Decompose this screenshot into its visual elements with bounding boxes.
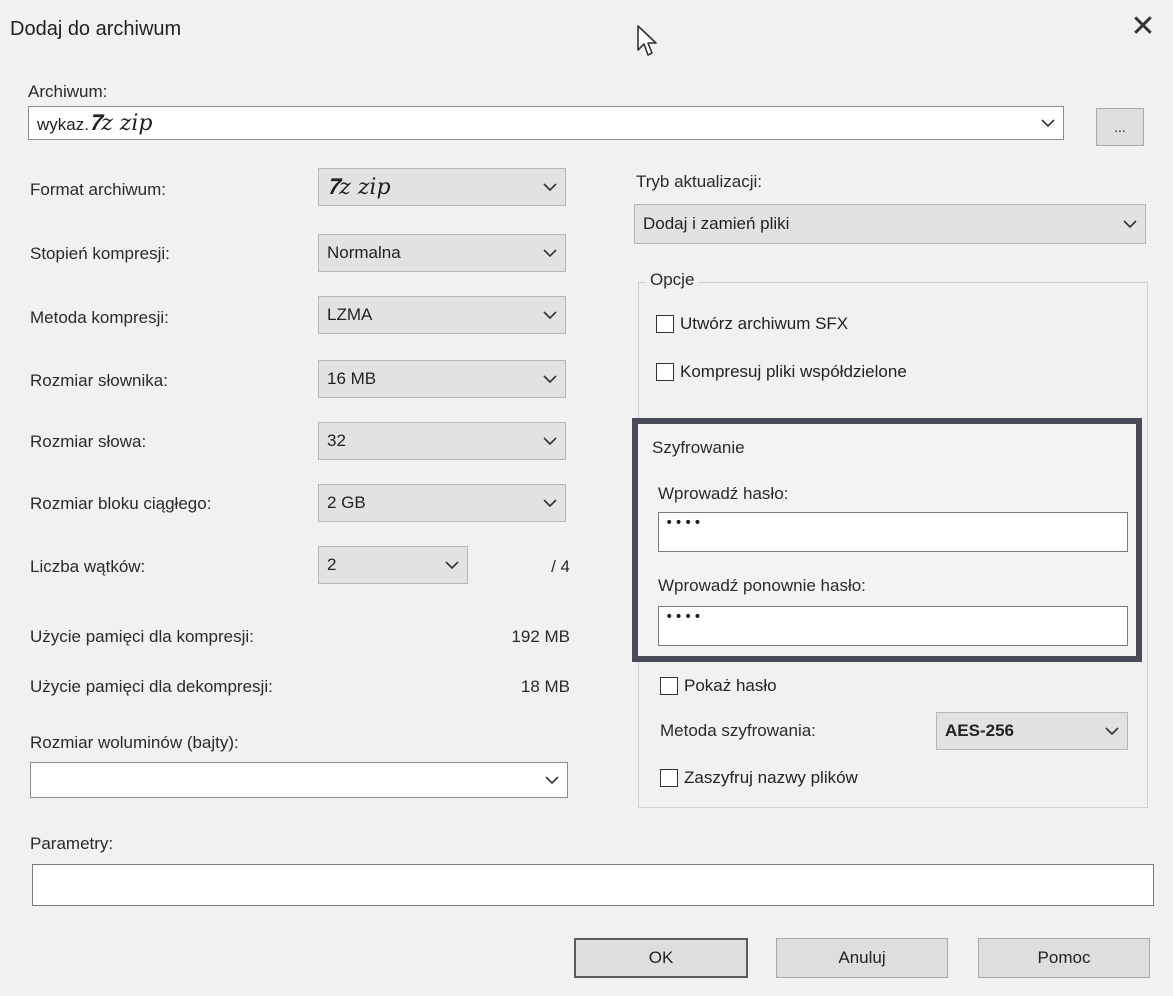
chevron-down-icon <box>535 361 565 397</box>
password-input[interactable]: •••• <box>658 512 1128 552</box>
compression-method-value: LZMA <box>327 305 373 324</box>
solid-block-size-label: Rozmiar bloku ciągłego: <box>30 494 212 513</box>
checkbox-box <box>660 677 678 695</box>
compression-level-value: Normalna <box>327 243 401 262</box>
update-mode-value: Dodaj i zamień pliki <box>643 214 790 233</box>
chevron-down-icon <box>437 547 467 583</box>
word-size-label: Rozmiar słowa: <box>30 432 147 451</box>
checkbox-box <box>656 315 674 333</box>
window-title: Dodaj do archiwum <box>10 18 182 40</box>
repeat-password-input[interactable]: •••• <box>658 606 1128 646</box>
format-select[interactable]: 𝟕z zip <box>318 168 566 206</box>
solid-block-size-value: 2 GB <box>327 493 366 512</box>
close-icon[interactable]: ✕ <box>1128 12 1158 42</box>
memory-compress-value: 192 MB <box>511 627 570 646</box>
repeat-password-label: Wprowadź ponownie hasło: <box>658 576 866 595</box>
dictionary-size-value: 16 MB <box>327 369 377 388</box>
solid-block-size-select[interactable]: 2 GB <box>318 484 566 522</box>
sfx-checkbox-label: Utwórz archiwum SFX <box>680 314 849 333</box>
encrypt-names-checkbox[interactable]: Zaszyfruj nazwy plików <box>660 768 858 788</box>
chevron-down-icon <box>1033 107 1063 139</box>
show-password-checkbox-label: Pokaż hasło <box>684 676 777 695</box>
parameters-input[interactable] <box>32 864 1154 906</box>
shared-files-checkbox[interactable]: Kompresuj pliki współdzielone <box>656 362 907 382</box>
compression-method-label: Metoda kompresji: <box>30 308 169 327</box>
options-legend: Opcje <box>646 270 699 290</box>
threads-label: Liczba wątków: <box>30 557 146 576</box>
chevron-down-icon <box>535 485 565 521</box>
encrypt-names-checkbox-label: Zaszyfruj nazwy plików <box>684 768 858 787</box>
cancel-button[interactable]: Anuluj <box>776 938 948 978</box>
help-button[interactable]: Pomoc <box>978 938 1150 978</box>
threads-select[interactable]: 2 <box>318 546 468 584</box>
chevron-down-icon <box>535 297 565 333</box>
archive-path-value: wykaz.𝟕z zip <box>37 111 1033 136</box>
word-size-select[interactable]: 32 <box>318 422 566 460</box>
volume-size-combobox[interactable] <box>30 762 568 798</box>
archive-path-combobox[interactable]: wykaz.𝟕z zip <box>28 106 1064 140</box>
chevron-down-icon <box>535 169 565 205</box>
compression-method-select[interactable]: LZMA <box>318 296 566 334</box>
memory-compress-label: Użycie pamięci dla kompresji: <box>30 627 254 646</box>
password-label: Wprowadź hasło: <box>658 484 789 503</box>
dictionary-size-select[interactable]: 16 MB <box>318 360 566 398</box>
threads-max: / 4 <box>551 557 570 576</box>
format-label: Format archiwum: <box>30 180 167 199</box>
chevron-down-icon <box>1115 205 1145 243</box>
archive-path-prefix: wykaz. <box>37 114 89 134</box>
memory-decompress-value: 18 MB <box>520 677 570 696</box>
shared-files-checkbox-label: Kompresuj pliki współdzielone <box>680 362 907 381</box>
sfx-checkbox[interactable]: Utwórz archiwum SFX <box>656 314 848 334</box>
update-mode-select[interactable]: Dodaj i zamień pliki <box>634 204 1146 244</box>
chevron-down-icon <box>535 423 565 459</box>
checkbox-box <box>656 363 674 381</box>
archive-label: Archiwum: <box>28 82 108 101</box>
update-mode-label: Tryb aktualizacji: <box>636 172 762 191</box>
threads-value: 2 <box>327 555 337 574</box>
parameters-label: Parametry: <box>30 834 114 853</box>
mouse-cursor-icon <box>637 25 657 56</box>
encryption-method-select[interactable]: AES-256 <box>936 712 1128 750</box>
format-value: 𝟕z zip <box>327 174 391 200</box>
compression-level-label: Stopień kompresji: <box>30 244 170 263</box>
memory-decompress-label: Użycie pamięci dla dekompresji: <box>30 677 273 696</box>
encryption-legend: Szyfrowanie <box>652 438 745 457</box>
chevron-down-icon <box>535 235 565 271</box>
archive-path-handwritten: 𝟕z zip <box>88 110 153 136</box>
show-password-checkbox[interactable]: Pokaż hasło <box>660 676 777 696</box>
browse-button[interactable]: ... <box>1096 108 1144 146</box>
word-size-value: 32 <box>327 431 346 450</box>
encryption-method-value: AES-256 <box>945 721 1014 740</box>
ok-button[interactable]: OK <box>574 938 748 978</box>
compression-level-select[interactable]: Normalna <box>318 234 566 272</box>
checkbox-box <box>660 769 678 787</box>
dictionary-size-label: Rozmiar słownika: <box>30 371 168 390</box>
encryption-method-label: Metoda szyfrowania: <box>660 721 816 740</box>
chevron-down-icon <box>1097 713 1127 749</box>
chevron-down-icon <box>537 763 567 797</box>
volume-size-label: Rozmiar woluminów (bajty): <box>30 733 239 752</box>
